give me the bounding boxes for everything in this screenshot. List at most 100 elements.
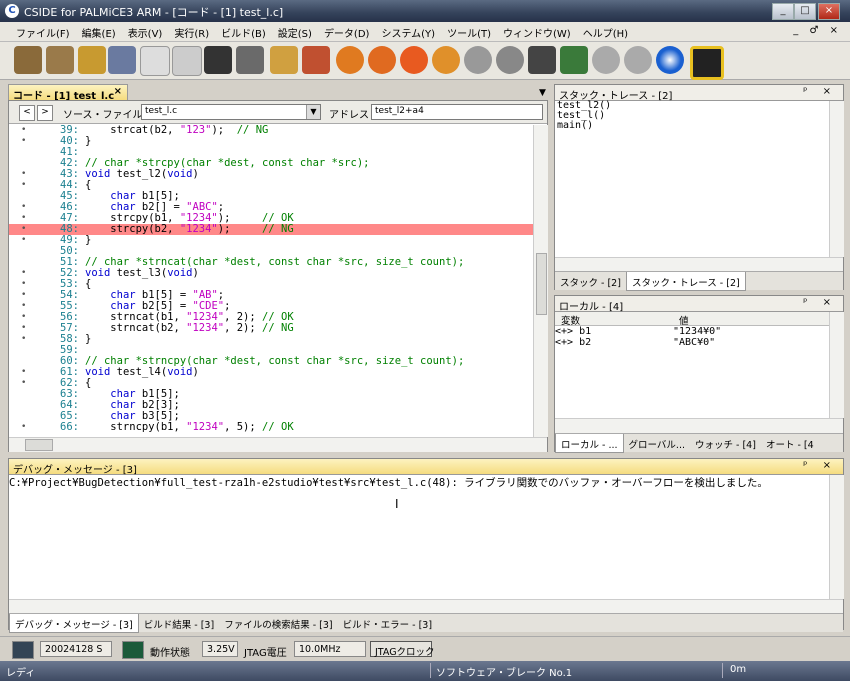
editor-horizontal-scrollbar[interactable] [9,437,547,452]
code-editor: < > ソース・ファイル test_l.c ▼ アドレス test_l2+a4 … [8,100,548,452]
debug-vertical-scrollbar[interactable] [829,475,844,599]
locals-vertical-scrollbar[interactable] [829,312,844,418]
breakpoint-marker[interactable]: • [21,312,31,323]
toolbar-disabled1-icon[interactable] [592,46,620,74]
nav-forward-icon[interactable]: > [37,105,53,121]
toolbar-folder-icon[interactable] [78,46,106,74]
breakpoint-marker[interactable]: • [21,290,31,301]
locals-row[interactable]: <+> b1 "1234¥0" [555,326,829,337]
panel-tab[interactable]: ファイルの検索結果 - [3] [219,614,337,632]
menu-item[interactable]: 実行(R) [168,22,215,40]
pin-close-icons[interactable]: ᵖ × [803,86,837,97]
menu-item[interactable]: ヘルプ(H) [577,22,634,40]
tab-close-icon[interactable]: × [114,86,122,97]
nav-back-icon[interactable]: < [19,105,35,121]
source-file-combo[interactable]: test_l.c ▼ [141,104,321,120]
scroll-thumb[interactable] [536,253,547,315]
menu-item[interactable]: 表示(V) [122,22,169,40]
breakpoint-marker[interactable]: • [21,268,31,279]
toolbar-camera-icon[interactable] [528,46,556,74]
locals-horizontal-scrollbar[interactable] [555,418,843,433]
panel-tab[interactable]: ウォッチ - [4] [690,434,761,452]
toolbar-refresh-icon[interactable] [656,46,684,74]
breakpoint-marker[interactable]: • [21,235,31,246]
toolbar-build-icon[interactable] [270,46,298,74]
toolbar-stop-icon[interactable] [464,46,492,74]
breakpoint-marker[interactable]: • [21,213,31,224]
toolbar-reset-icon[interactable] [496,46,524,74]
toolbar-document-icon[interactable] [140,46,170,76]
variable-name[interactable]: <+> b2 [555,337,591,348]
breakpoint-marker[interactable]: • [21,180,31,191]
toolbar-register-icon[interactable] [236,46,264,74]
jtag-clock-button[interactable]: JTAGクロック [370,641,435,658]
breakpoint-marker[interactable]: • [21,301,31,312]
breakpoint-marker[interactable]: • [21,323,31,334]
menu-item[interactable]: 設定(S) [272,22,318,40]
scroll-thumb[interactable] [25,439,53,451]
breakpoint-marker[interactable]: • [21,334,31,345]
toolbar-save-project-icon[interactable] [46,46,74,74]
code-line[interactable]: • 49:} [9,235,533,246]
code-text: strncpy(b1, "1234", 5); // OK [85,421,294,433]
breakpoint-marker[interactable]: • [21,422,31,433]
panel-tab[interactable]: ローカル - ... [555,434,624,453]
stack-entry[interactable]: main() [557,121,611,131]
debug-horizontal-scrollbar[interactable] [9,599,843,614]
breakpoint-marker[interactable]: • [21,202,31,213]
toolbar-memory-icon[interactable] [204,46,232,74]
breakpoint-marker[interactable]: • [21,224,31,235]
pin-close-icons[interactable]: ᵖ × [803,297,837,308]
toolbar-halt-icon[interactable] [690,46,724,80]
maximize-button[interactable]: □ [794,3,816,20]
editor-vertical-scrollbar[interactable] [533,125,548,437]
stack-vertical-scrollbar[interactable] [829,101,844,257]
panel-tab[interactable]: ビルド・エラー - [3] [338,614,437,632]
toolbar-list-icon[interactable] [172,46,202,76]
toolbar-source-icon[interactable] [108,46,136,74]
minimize-button[interactable]: _ [772,3,794,20]
breakpoint-marker[interactable]: • [21,169,31,180]
toolbar-go-icon[interactable] [336,46,364,74]
mdi-controls[interactable]: _ ♂ × [793,25,842,36]
breakpoint-marker[interactable]: • [21,125,31,136]
toolbar-disabled2-icon[interactable] [624,46,652,74]
toolbar-step-icon[interactable] [368,46,396,74]
tab-code-test-l[interactable]: コード - [1] test_l.c × [8,84,128,102]
panel-tab[interactable]: ビルド結果 - [3] [139,614,219,632]
stack-horizontal-scrollbar[interactable] [555,257,843,272]
tab-dropdown-icon[interactable]: ▼ [539,88,546,98]
toolbar-step-over-icon[interactable] [400,46,428,74]
panel-tab[interactable]: スタック・トレース - [2] [625,272,746,291]
code-line[interactable]: • 66: strncpy(b1, "1234", 5); // OK [9,422,533,433]
variable-name[interactable]: <+> b1 [555,326,591,337]
menu-item[interactable]: データ(D) [318,22,376,40]
breakpoint-marker[interactable]: • [21,378,31,389]
window-title: CSIDE for PALMiCE3 ARM - [コード - [1] test… [24,6,284,19]
breakpoint-marker[interactable]: • [21,279,31,290]
menu-item[interactable]: ウィンドウ(W) [497,22,577,40]
panel-tab[interactable]: グローバル... [624,434,690,452]
breakpoint-marker[interactable]: • [21,367,31,378]
locals-row[interactable]: <+> b2 "ABC¥0" [555,337,829,348]
panel-tab[interactable]: デバッグ・メッセージ - [3] [9,614,139,633]
toolbar-step-out-icon[interactable] [432,46,460,74]
code-line[interactable]: • 58:} [9,334,533,345]
menu-item[interactable]: ファイル(F) [10,22,76,40]
panel-tab[interactable]: スタック - [2] [555,272,626,290]
breakpoint-marker[interactable]: • [21,136,31,147]
menu-item[interactable]: 編集(E) [76,22,122,40]
panel-tab[interactable]: オート - [4 [761,434,819,452]
toolbar-open-project-icon[interactable] [14,46,42,74]
menu-item[interactable]: システム(Y) [375,22,441,40]
code-area[interactable]: • 39: strcat(b2, "123"); // NG • 40:} 41: 42:… [9,125,533,437]
code-line[interactable]: • 40:} [9,136,533,147]
toolbar-chip-icon[interactable] [560,46,588,74]
debug-message-text[interactable]: C:¥Project¥BugDetection¥full_test-rza1h-… [9,475,768,490]
pin-close-icons[interactable]: ᵖ × [803,460,837,471]
menu-item[interactable]: ツール(T) [441,22,497,40]
toolbar-rebuild-icon[interactable] [302,46,330,74]
address-field[interactable]: test_l2+a4 [371,104,543,120]
close-button[interactable]: × [818,3,840,20]
menu-item[interactable]: ビルド(B) [215,22,272,40]
